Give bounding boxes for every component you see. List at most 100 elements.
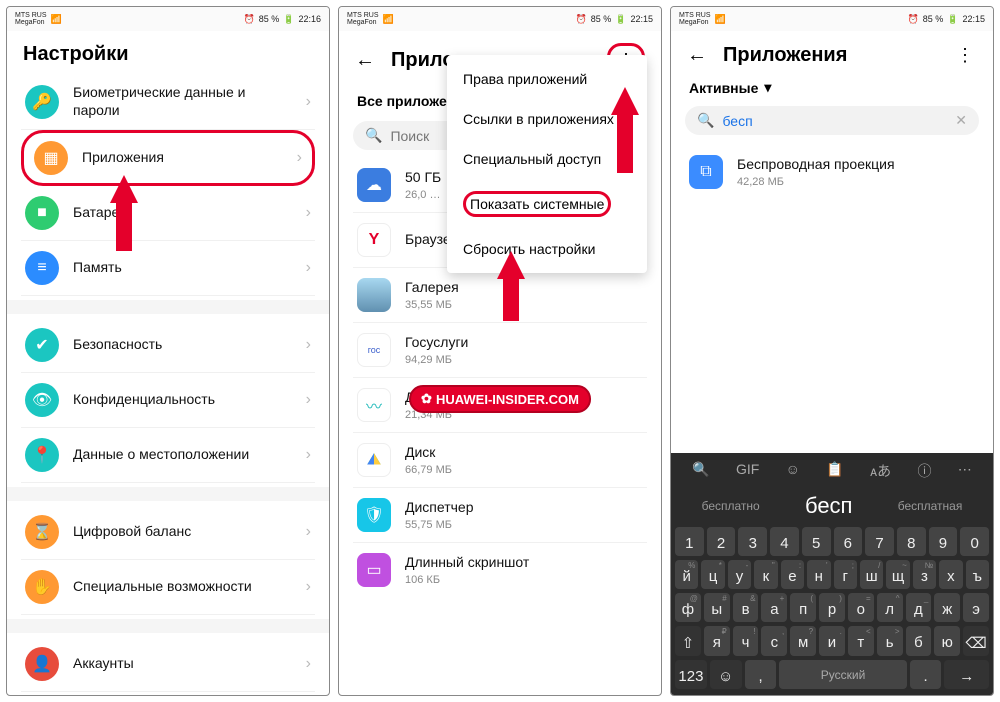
key[interactable]: ъ xyxy=(966,560,989,589)
signal-icon: 📶 xyxy=(51,14,62,25)
kb-gif-icon[interactable]: GIF xyxy=(736,461,759,481)
key[interactable]: ю xyxy=(934,626,960,656)
menu-item-show-system[interactable]: Показать системные xyxy=(447,179,647,229)
search-box[interactable]: 🔍 ✕ xyxy=(685,106,979,135)
settings-item-accounts[interactable]: 👤 Аккаунты › xyxy=(21,637,315,692)
key[interactable]: 6 xyxy=(834,527,863,556)
backspace-key[interactable]: ⌫ xyxy=(963,626,989,656)
app-item[interactable]: ▭ Длинный скриншот 106 КБ xyxy=(353,543,647,597)
settings-item-apps[interactable]: ▦ Приложения › xyxy=(30,139,306,177)
suggestion[interactable]: бесплатная xyxy=(898,499,963,513)
key[interactable]: у- xyxy=(728,560,751,589)
key[interactable]: м? xyxy=(790,626,816,656)
settings-item-accessibility[interactable]: ✋ Специальные возможности › xyxy=(21,560,315,615)
key[interactable]: х xyxy=(939,560,962,589)
app-item[interactable]: Диск 66,79 МБ xyxy=(353,433,647,488)
key[interactable]: 5 xyxy=(802,527,831,556)
key[interactable]: е: xyxy=(781,560,804,589)
key[interactable]: й% xyxy=(675,560,698,589)
back-button[interactable]: ← xyxy=(355,50,375,70)
alarm-icon: ⏰ xyxy=(244,14,255,25)
app-item[interactable]: гос Госуслуги 94,29 МБ xyxy=(353,323,647,378)
app-item-result[interactable]: ⧉ Беспроводная проекция 42,28 МБ xyxy=(685,143,979,201)
key[interactable]: а+ xyxy=(761,593,787,622)
settings-item-biometrics[interactable]: 🔑 Биометрические данные и пароли › xyxy=(21,74,315,130)
search-icon: 🔍 xyxy=(365,127,382,144)
app-icon xyxy=(357,443,391,477)
key[interactable]: щ~ xyxy=(886,560,909,589)
settings-item-privacy[interactable]: 👁 Конфиденциальность › xyxy=(21,373,315,428)
kb-more-icon[interactable]: ⋯ xyxy=(958,461,972,481)
filter-dropdown[interactable]: Активные ▾ xyxy=(685,75,979,100)
key[interactable]: о= xyxy=(848,593,874,622)
mode-key[interactable]: 123 xyxy=(675,660,707,689)
key[interactable]: я₽ xyxy=(704,626,730,656)
kb-search-icon[interactable]: 🔍 xyxy=(692,461,709,481)
key[interactable]: ш/ xyxy=(860,560,883,589)
suggestion[interactable]: бесплатно xyxy=(702,499,760,513)
search-input[interactable] xyxy=(722,113,947,129)
emoji-key[interactable]: ☺ xyxy=(710,660,742,689)
highlight-annotation: Показать системные xyxy=(463,191,611,217)
key[interactable]: ы# xyxy=(704,593,730,622)
apps-icon: ▦ xyxy=(34,141,68,175)
battery-pct: 85 % xyxy=(591,14,612,24)
key[interactable]: э xyxy=(963,593,989,622)
kb-clipboard-icon[interactable]: 📋 xyxy=(826,461,843,481)
enter-key[interactable]: → xyxy=(944,660,989,689)
key[interactable]: ч! xyxy=(733,626,759,656)
key[interactable]: и. xyxy=(819,626,845,656)
key[interactable]: 4 xyxy=(770,527,799,556)
settings-item-location[interactable]: 📍 Данные о местоположении › xyxy=(21,428,315,483)
carrier-2: MegaFon xyxy=(679,19,711,26)
chevron-down-icon: ▾ xyxy=(764,79,771,96)
settings-item-battery[interactable]: ■ Батарея › xyxy=(21,186,315,241)
key[interactable]: з№ xyxy=(913,560,936,589)
key[interactable]: 8 xyxy=(897,527,926,556)
menu-item-reset[interactable]: Сбросить настройки xyxy=(447,229,647,269)
key[interactable]: 3 xyxy=(738,527,767,556)
comma-key[interactable]: , xyxy=(745,660,777,689)
cast-icon: ⧉ xyxy=(689,155,723,189)
app-item[interactable]: 🛡 Диспетчер 55,75 МБ xyxy=(353,488,647,543)
suggestion-main[interactable]: бесп xyxy=(805,493,853,519)
key[interactable]: 9 xyxy=(929,527,958,556)
key[interactable]: ж xyxy=(934,593,960,622)
key[interactable]: 0 xyxy=(960,527,989,556)
key[interactable]: с, xyxy=(761,626,787,656)
key[interactable]: р) xyxy=(819,593,845,622)
key[interactable]: б xyxy=(906,626,932,656)
key[interactable]: п( xyxy=(790,593,816,622)
key[interactable]: т< xyxy=(848,626,874,656)
key[interactable]: в& xyxy=(733,593,759,622)
settings-item-security[interactable]: ✔ Безопасность › xyxy=(21,318,315,373)
key[interactable]: ф@ xyxy=(675,593,701,622)
key[interactable]: ц* xyxy=(701,560,724,589)
key[interactable]: ь> xyxy=(877,626,903,656)
shift-key[interactable]: ⇧ xyxy=(675,626,701,656)
kb-translate-icon[interactable]: ᴀあ xyxy=(870,461,891,481)
arrow-annotation xyxy=(110,175,138,203)
huawei-petal-icon: ✿ xyxy=(421,391,432,407)
key[interactable]: л^ xyxy=(877,593,903,622)
alarm-icon: ⏰ xyxy=(576,14,587,25)
battery-icon: 🔋 xyxy=(283,14,294,25)
clear-button[interactable]: ✕ xyxy=(955,112,967,129)
key[interactable]: 2 xyxy=(707,527,736,556)
space-key[interactable]: Русский xyxy=(779,660,906,689)
key[interactable]: н' xyxy=(807,560,830,589)
settings-item-storage[interactable]: ≡ Память › xyxy=(21,241,315,296)
kb-info-icon[interactable]: ⓘ xyxy=(917,461,931,481)
settings-item-google[interactable]: G Google › xyxy=(21,692,315,695)
kb-sticker-icon[interactable]: ☺ xyxy=(786,461,800,481)
key[interactable]: к" xyxy=(754,560,777,589)
key[interactable]: 1 xyxy=(675,527,704,556)
period-key[interactable]: . xyxy=(910,660,942,689)
back-button[interactable]: ← xyxy=(687,45,707,65)
key[interactable]: д_ xyxy=(906,593,932,622)
settings-item-digital-balance[interactable]: ⌛ Цифровой баланс › xyxy=(21,505,315,560)
overflow-menu-button[interactable]: ⋮ xyxy=(953,43,977,67)
key[interactable]: г; xyxy=(834,560,857,589)
page-title: Настройки xyxy=(23,43,129,66)
key[interactable]: 7 xyxy=(865,527,894,556)
